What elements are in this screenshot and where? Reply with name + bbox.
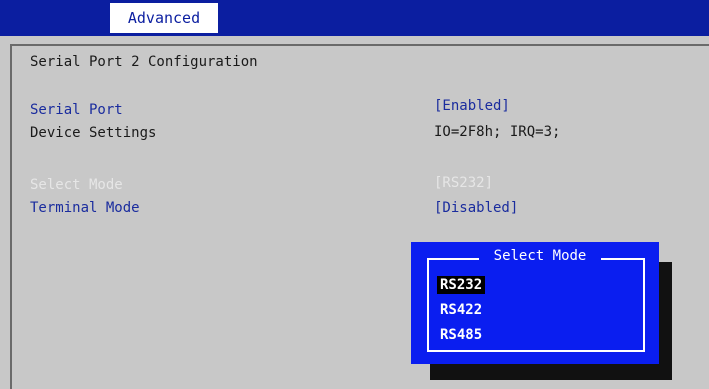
serial-port-value[interactable]: [Enabled] [434,98,510,114]
device-settings-value: IO=2F8h; IRQ=3; [434,124,561,140]
select-mode-label[interactable]: Select Mode [30,177,123,193]
popup-frame-top-left [427,258,479,260]
select-mode-value[interactable]: [RS232] [434,175,493,191]
device-settings-label: Device Settings [30,125,157,141]
option-rs422[interactable]: RS422 [437,301,485,319]
bios-header-bar: Advanced [0,0,709,36]
option-rs232[interactable]: RS232 [437,276,486,294]
popup-title: Select Mode [493,248,587,264]
terminal-mode-label[interactable]: Terminal Mode [30,200,140,216]
serial-port-label[interactable]: Serial Port [30,102,123,118]
option-rs485[interactable]: RS485 [437,326,485,344]
terminal-mode-value[interactable]: [Disabled] [434,200,518,216]
popup-frame-top-right [601,258,645,260]
select-mode-popup: Select Mode RS232 RS422 RS485 [411,242,659,364]
page-title: Serial Port 2 Configuration [30,54,258,70]
tab-advanced[interactable]: Advanced [110,3,218,33]
